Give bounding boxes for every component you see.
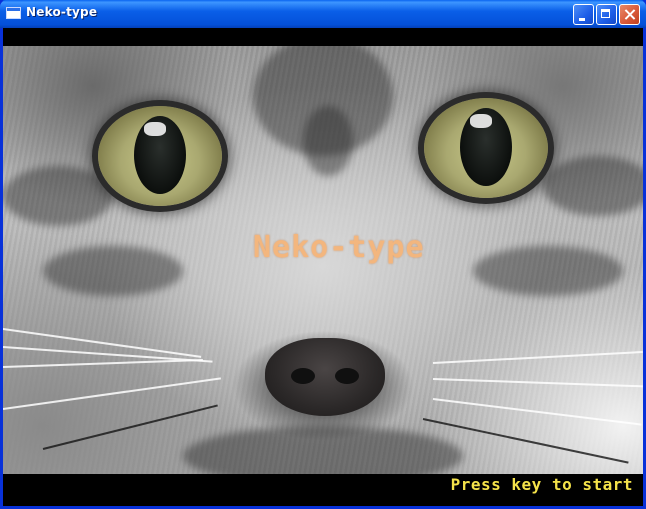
window-title: Neko-type xyxy=(26,5,98,19)
close-button[interactable] xyxy=(619,4,640,25)
left-eye xyxy=(98,106,222,206)
application-icon[interactable] xyxy=(6,7,21,19)
start-prompt: Press key to start xyxy=(450,475,633,494)
right-eye xyxy=(424,98,548,198)
game-title: Neko-type xyxy=(253,230,425,265)
maximize-button[interactable] xyxy=(596,4,617,25)
app-window: Neko-type Neko-type Press key to start xyxy=(0,0,646,509)
cat-nose xyxy=(265,338,385,416)
game-canvas[interactable]: Neko-type Press key to start xyxy=(3,28,643,506)
title-bar[interactable]: Neko-type xyxy=(0,0,646,28)
minimize-button[interactable] xyxy=(573,4,594,25)
